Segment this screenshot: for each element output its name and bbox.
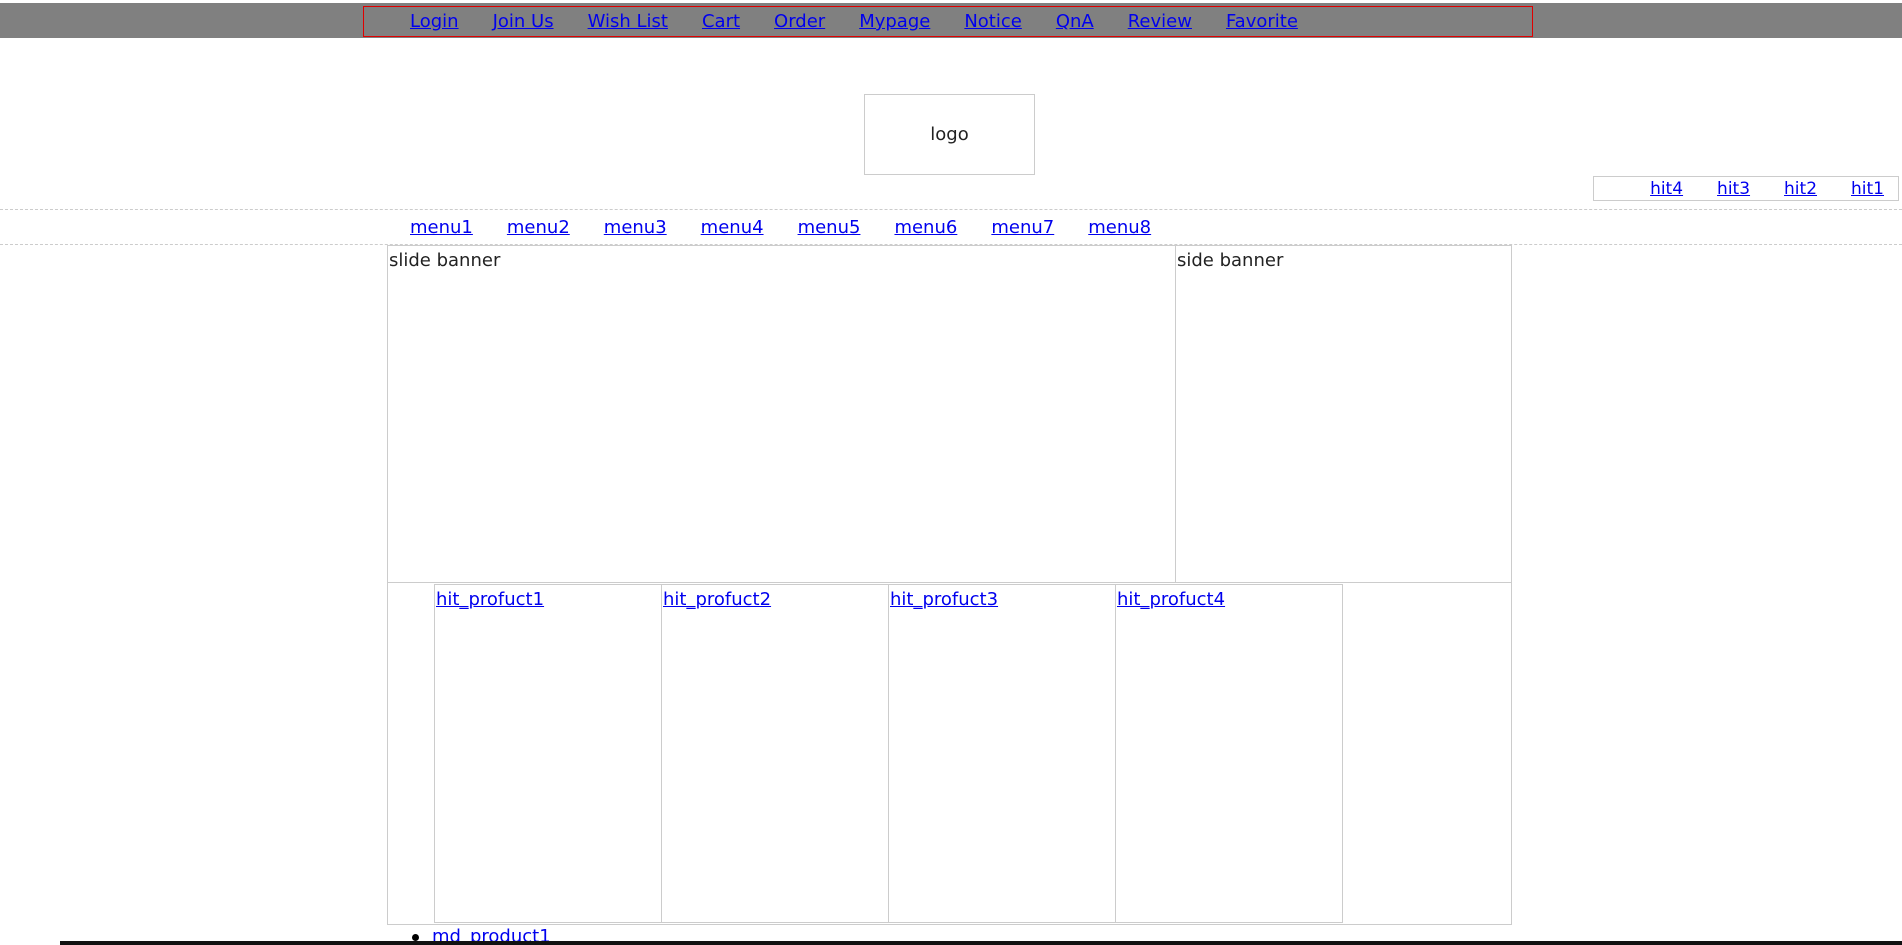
menu-row: menu1 menu2 menu3 menu4 menu5 menu6 menu… (0, 209, 1902, 245)
favorite-link[interactable]: Favorite (1226, 11, 1298, 32)
wish-list-link[interactable]: Wish List (588, 11, 668, 32)
hit-product-card: hit_profuct4 (1115, 584, 1343, 923)
hit-product4-link[interactable]: hit_profuct4 (1117, 589, 1225, 610)
hit-product2-link[interactable]: hit_profuct2 (663, 589, 771, 610)
side-banner-label: side banner (1177, 250, 1284, 271)
hit1-link[interactable]: hit1 (1851, 179, 1884, 199)
join-us-link[interactable]: Join Us (493, 11, 554, 32)
notice-link[interactable]: Notice (964, 11, 1022, 32)
review-link[interactable]: Review (1128, 11, 1192, 32)
main-menu: menu1 menu2 menu3 menu4 menu5 menu6 menu… (410, 210, 1185, 244)
window-bottom-edge (60, 941, 1902, 945)
menu1-link[interactable]: menu1 (410, 217, 473, 238)
menu5-link[interactable]: menu5 (798, 217, 861, 238)
mypage-link[interactable]: Mypage (859, 11, 930, 32)
menu4-link[interactable]: menu4 (701, 217, 764, 238)
top-bar: Login Join Us Wish List Cart Order Mypag… (0, 3, 1902, 38)
logo[interactable]: logo (864, 94, 1035, 175)
hit4-link[interactable]: hit4 (1650, 179, 1683, 199)
slide-banner-label: slide banner (389, 250, 501, 271)
hit-links: hit4 hit3 hit2 hit1 (1593, 176, 1899, 201)
top-nav: Login Join Us Wish List Cart Order Mypag… (363, 6, 1533, 37)
side-banner: side banner (1175, 245, 1512, 583)
hit-product-card: hit_profuct1 (434, 584, 662, 923)
hit-product-card: hit_profuct2 (661, 584, 889, 923)
menu7-link[interactable]: menu7 (991, 217, 1054, 238)
hit-products-section: hit_profuct1 hit_profuct2 hit_profuct3 h… (387, 582, 1512, 925)
slide-banner: slide banner (387, 245, 1176, 583)
menu8-link[interactable]: menu8 (1088, 217, 1151, 238)
login-link[interactable]: Login (410, 11, 459, 32)
order-link[interactable]: Order (774, 11, 825, 32)
menu6-link[interactable]: menu6 (894, 217, 957, 238)
bullet-icon (412, 934, 419, 941)
menu3-link[interactable]: menu3 (604, 217, 667, 238)
hit-product1-link[interactable]: hit_profuct1 (436, 589, 544, 610)
hit-product-card: hit_profuct3 (888, 584, 1116, 923)
hit-product3-link[interactable]: hit_profuct3 (890, 589, 998, 610)
cart-link[interactable]: Cart (702, 11, 740, 32)
hit3-link[interactable]: hit3 (1717, 179, 1750, 199)
hit2-link[interactable]: hit2 (1784, 179, 1817, 199)
qna-link[interactable]: QnA (1056, 11, 1094, 32)
menu2-link[interactable]: menu2 (507, 217, 570, 238)
